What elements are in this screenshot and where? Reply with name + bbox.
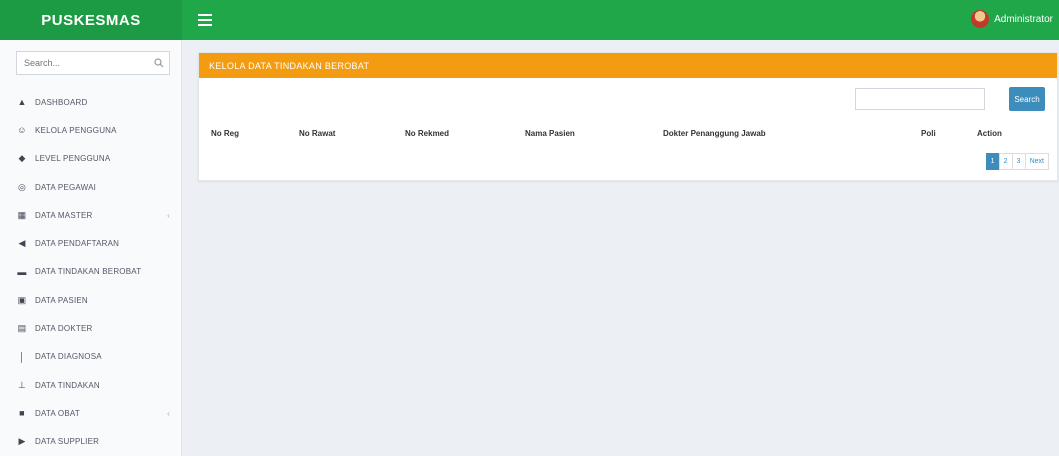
sidebar-item-dashboard[interactable]: ▲ DASHBOARD (0, 88, 182, 116)
employee-icon: ◎ (17, 181, 27, 192)
sidebar-search-input[interactable] (17, 52, 149, 74)
user-name: Administrator (994, 13, 1053, 25)
registration-icon: ◀ (18, 238, 26, 249)
sidebar-item-label: DATA TINDAKAN (35, 380, 100, 390)
sidebar-item-label: DATA PEGAWAI (35, 182, 97, 192)
box-title: KELOLA DATA TINDAKAN BEROBAT (199, 53, 1057, 78)
sidebar: ▲ DASHBOARD ☺ KELOLA PENGGUNA ◆ LEVEL PENGGUN… (0, 40, 182, 456)
sidebar-item-label: DATA PASIEN (35, 295, 88, 305)
users-icon: ◆ (18, 153, 26, 164)
patient-icon: ▣ (17, 294, 27, 305)
column-header-action: Action (977, 129, 1002, 138)
sidebar-item-label: DATA OBAT (35, 408, 80, 418)
sidebar-toggle-icon[interactable] (198, 14, 212, 26)
user-menu[interactable]: Administrator (971, 10, 1053, 28)
page-1-button[interactable]: 1 (985, 153, 1000, 170)
search-icon[interactable] (149, 58, 169, 68)
sidebar-item-label: DATA TINDAKAN BEROBAT (35, 267, 142, 277)
medicine-icon: ■ (19, 408, 25, 419)
sidebar-item-data-pendaftaran[interactable]: ◀ DATA PENDAFTARAN (0, 229, 182, 257)
sidebar-item-data-master[interactable]: ▦ DATA MASTER ‹ (0, 201, 182, 229)
brand-logo[interactable]: PUSKESMAS (0, 0, 182, 40)
sidebar-item-data-tindakan[interactable]: ⊥ DATA TINDAKAN (0, 371, 182, 399)
sidebar-item-label: KELOLA PENGGUNA (35, 125, 117, 135)
sidebar-item-label: LEVEL PENGGUNA (35, 154, 111, 164)
sidebar-item-level-pengguna[interactable]: ◆ LEVEL PENGGUNA (0, 145, 182, 173)
sidebar-item-kelola-pengguna[interactable]: ☺ KELOLA PENGGUNA (0, 116, 182, 144)
user-icon: ☺ (17, 125, 27, 136)
search-button[interactable]: Search (1009, 87, 1045, 111)
sidebar-item-data-diagnosa[interactable]: │ DATA DIAGNOSA (0, 343, 182, 371)
column-header-nama-pasien: Nama Pasien (525, 129, 575, 138)
column-header-no-rekmed: No Rekmed (405, 129, 450, 138)
sidebar-item-label: DATA DIAGNOSA (35, 352, 102, 362)
sidebar-item-label: DATA MASTER (35, 210, 93, 220)
chevron-left-icon: ‹ (167, 408, 170, 418)
action-icon: ⊥ (17, 379, 27, 390)
pagination: 1 2 3 Next (985, 153, 1049, 170)
column-header-no-rawat: No Rawat (299, 129, 336, 138)
sidebar-item-data-pegawai[interactable]: ◎ DATA PEGAWAI (0, 173, 182, 201)
data-box: KELOLA DATA TINDAKAN BEROBAT Search No R… (198, 52, 1058, 181)
next-page-button[interactable]: Next (1024, 153, 1049, 170)
sidebar-item-data-pasien[interactable]: ▣ DATA PASIEN (0, 286, 182, 314)
sidebar-item-data-dokter[interactable]: ▤ DATA DOKTER (0, 314, 182, 342)
diagnosis-icon: │ (19, 351, 25, 362)
sidebar-item-data-obat[interactable]: ■ DATA OBAT ‹ (0, 399, 182, 427)
column-header-no-reg: No Reg (211, 129, 239, 138)
chevron-left-icon: ‹ (167, 210, 170, 220)
treatment-icon: ▬ (17, 266, 27, 277)
page-3-button[interactable]: 3 (1011, 153, 1026, 170)
sidebar-item-label: DASHBOARD (35, 97, 88, 107)
database-icon: ▦ (17, 209, 27, 220)
sidebar-item-label: DATA DOKTER (35, 324, 93, 334)
doctor-icon: ▤ (17, 323, 27, 334)
column-header-poli: Poli (921, 129, 936, 138)
top-navbar: PUSKESMAS Administrator (0, 0, 1059, 40)
sidebar-item-label: DATA SUPPLIER (35, 437, 100, 447)
avatar (971, 10, 990, 28)
sidebar-item-data-tindakan-berobat[interactable]: ▬ DATA TINDAKAN BEROBAT (0, 258, 182, 286)
dashboard-icon: ▲ (17, 97, 27, 108)
table-search-input[interactable] (855, 88, 985, 110)
table-header: No Reg No Rawat No Rekmed Nama Pasien Do… (199, 129, 1059, 147)
sidebar-item-label: DATA PENDAFTARAN (35, 239, 120, 249)
sidebar-item-data-supplier[interactable]: ▶ DATA SUPPLIER (0, 428, 182, 456)
truck-icon: ▶ (18, 436, 26, 447)
sidebar-menu: ▲ DASHBOARD ☺ KELOLA PENGGUNA ◆ LEVEL PENGGUN… (0, 88, 182, 456)
sidebar-search (16, 51, 170, 75)
column-header-dokter: Dokter Penanggung Jawab (663, 129, 766, 138)
page-2-button[interactable]: 2 (998, 153, 1013, 170)
